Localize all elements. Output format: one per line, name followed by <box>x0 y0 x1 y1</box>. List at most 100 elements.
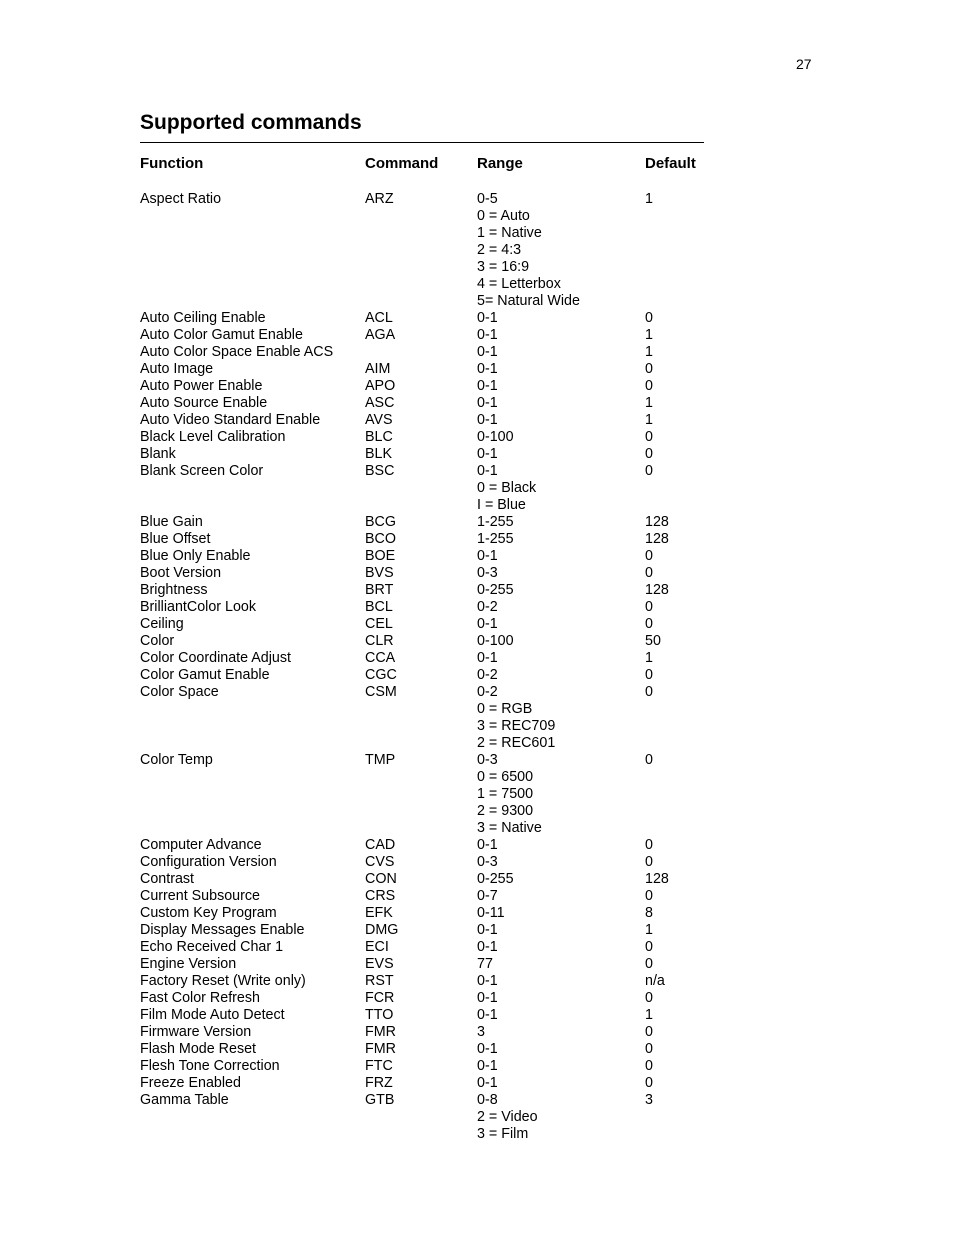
default-cell: 1 <box>645 344 653 360</box>
command-cell: CCA <box>365 650 396 666</box>
function-cell: Flesh Tone Correction <box>140 1058 280 1074</box>
command-cell: CAD <box>365 837 396 853</box>
range-cell: 0-1 <box>477 446 498 463</box>
range-cell: 0-100 <box>477 429 514 446</box>
function-cell: Ceiling <box>140 616 184 632</box>
command-cell: DMG <box>365 922 399 938</box>
range-cell: 0-3 0 = 6500 1 = 7500 2 = 9300 3 = Native <box>477 752 542 837</box>
range-cell: 0-255 <box>477 871 514 888</box>
function-cell: Color Gamut Enable <box>140 667 270 683</box>
range-option: 3 = 16:9 <box>477 259 530 275</box>
default-cell: 0 <box>645 310 653 326</box>
function-cell: Color <box>140 633 175 649</box>
command-cell: BCG <box>365 514 396 530</box>
default-cell: 50 <box>645 633 661 649</box>
range-cell: 1-255 <box>477 514 514 531</box>
range-cell: 3 <box>477 1024 485 1041</box>
command-cell: AIM <box>365 361 391 377</box>
range-value: 0-1 <box>477 973 498 989</box>
command-cell: ECI <box>365 939 389 955</box>
table-row: Blank BLK 0-1 0 <box>0 446 954 463</box>
function-cell: Current Subsource <box>140 888 260 904</box>
command-cell: BCL <box>365 599 393 615</box>
range-cell: 0-1 <box>477 344 498 361</box>
range-option: 1 = Native <box>477 225 542 241</box>
range-value: 0-1 <box>477 650 498 666</box>
range-value: 0-1 <box>477 446 498 462</box>
range-cell: 0-3 <box>477 565 498 582</box>
function-cell: Configuration Version <box>140 854 277 870</box>
command-cell: BOE <box>365 548 396 564</box>
table-row: Flesh Tone Correction FTC 0-1 0 <box>0 1058 954 1075</box>
command-cell: FMR <box>365 1041 396 1057</box>
table-row: Blank Screen Color BSC 0-1 0 = Black I = Blu… <box>0 463 954 514</box>
header-function: Function <box>140 155 204 172</box>
range-value: 0-1 <box>477 412 498 428</box>
range-value: 0-1 <box>477 395 498 411</box>
table-row: Ceiling CEL 0-1 0 <box>0 616 954 633</box>
range-cell: 0-100 <box>477 633 514 650</box>
default-cell: 0 <box>645 1058 653 1074</box>
range-cell: 0-1 <box>477 412 498 429</box>
range-cell: 0-8 2 = Video 3 = Film <box>477 1092 538 1143</box>
function-cell: Auto Power Enable <box>140 378 263 394</box>
command-cell: CON <box>365 871 397 887</box>
table-row: Contrast CON 0-255 128 <box>0 871 954 888</box>
command-cell: ASC <box>365 395 395 411</box>
range-value: 0-8 <box>477 1092 498 1108</box>
range-value: 77 <box>477 956 493 972</box>
range-value: 0-1 <box>477 1058 498 1074</box>
table-row: Auto Color Space Enable ACS 0-1 1 <box>0 344 954 361</box>
command-cell: BCO <box>365 531 396 547</box>
range-option: I = Blue <box>477 497 526 513</box>
table-row: Firmware Version FMR 3 0 <box>0 1024 954 1041</box>
range-value: 0-1 <box>477 463 498 479</box>
command-cell: CLR <box>365 633 394 649</box>
range-option: 2 = 4:3 <box>477 242 522 258</box>
function-cell: Blue Offset <box>140 531 211 547</box>
function-cell: Blue Gain <box>140 514 203 530</box>
range-cell: 0-5 0 = Auto 1 = Native 2 = 4:3 3 = 16:9 4 = … <box>477 191 580 310</box>
range-option: 5= Natural Wide <box>477 293 580 309</box>
range-cell: 0-1 <box>477 548 498 565</box>
table-row: Current Subsource CRS 0-7 0 <box>0 888 954 905</box>
table-row: Black Level Calibration BLC 0-100 0 <box>0 429 954 446</box>
table-row: Auto Power Enable APO 0-1 0 <box>0 378 954 395</box>
default-cell: 0 <box>645 854 653 870</box>
range-value: 0-2 <box>477 599 498 615</box>
range-value: 0-1 <box>477 310 498 326</box>
function-cell: Auto Image <box>140 361 214 377</box>
default-cell: 128 <box>645 582 669 598</box>
range-value: 0-1 <box>477 616 498 632</box>
default-cell: 0 <box>645 1041 653 1057</box>
range-cell: 0-1 <box>477 1075 498 1092</box>
range-value: 0-1 <box>477 1075 498 1091</box>
default-cell: 1 <box>645 412 653 428</box>
range-value: 0-3 <box>477 565 498 581</box>
default-cell: 0 <box>645 463 653 479</box>
command-cell: BSC <box>365 463 395 479</box>
command-cell: AVS <box>365 412 393 428</box>
command-cell: GTB <box>365 1092 395 1108</box>
table-row: Color Temp TMP 0-3 0 = 6500 1 = 7500 2 = 9300… <box>0 752 954 837</box>
default-cell: 0 <box>645 548 653 564</box>
title-divider <box>140 142 704 143</box>
command-cell: EFK <box>365 905 393 921</box>
default-cell: 0 <box>645 599 653 615</box>
table-row: Configuration Version CVS 0-3 0 <box>0 854 954 871</box>
range-cell: 0-1 <box>477 310 498 327</box>
default-cell: 128 <box>645 871 669 887</box>
function-cell: Flash Mode Reset <box>140 1041 257 1057</box>
function-cell: BrilliantColor Look <box>140 599 257 615</box>
table-row: Flash Mode Reset FMR 0-1 0 <box>0 1041 954 1058</box>
default-cell: 0 <box>645 956 653 972</box>
command-cell: AGA <box>365 327 396 343</box>
range-cell: 0-1 <box>477 361 498 378</box>
command-cell: BLC <box>365 429 393 445</box>
range-option: 3 = REC709 <box>477 718 556 734</box>
table-row: Color CLR 0-100 50 <box>0 633 954 650</box>
range-value: 0-2 <box>477 667 498 683</box>
default-cell: 0 <box>645 1024 653 1040</box>
range-value: 0-1 <box>477 990 498 1006</box>
range-cell: 0-2 <box>477 599 498 616</box>
